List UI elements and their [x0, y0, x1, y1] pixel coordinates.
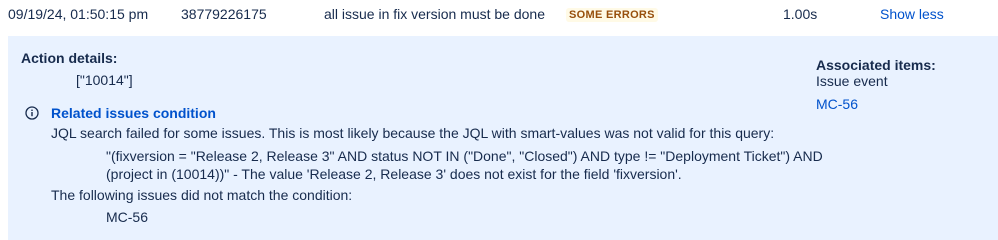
associated-issue-link[interactable]: MC-56: [816, 96, 858, 112]
row-rule-name: all issue in fix version must be done: [324, 6, 545, 22]
jql-query-line-2: (project in (10014))" - The value 'Relea…: [106, 166, 682, 182]
action-details-title: Action details:: [21, 50, 118, 66]
details-panel: Action details: ["10014"] Related issues…: [8, 36, 998, 240]
action-details-value: ["10014"]: [76, 72, 133, 88]
show-less-link[interactable]: Show less: [880, 6, 944, 22]
associated-items-title: Associated items:: [816, 57, 936, 73]
associated-item-type: Issue event: [816, 73, 888, 89]
jql-query-line-1: "(fixversion = "Release 2, Release 3" AN…: [106, 148, 823, 164]
row-duration: 1.00s: [783, 6, 818, 22]
jql-error-message: JQL search failed for some issues. This …: [51, 125, 775, 141]
audit-log-row: 09/19/24, 01:50:15 pm 38779226175 all is…: [0, 0, 998, 34]
row-date: 09/19/24, 01:50:15 pm: [8, 6, 149, 22]
row-id: 38779226175: [181, 6, 267, 22]
not-match-issue: MC-56: [106, 209, 149, 225]
info-circle-icon: [25, 106, 39, 120]
status-badge: SOME ERRORS: [566, 8, 658, 22]
related-issues-condition-title[interactable]: Related issues condition: [51, 105, 216, 121]
not-match-message: The following issues did not match the c…: [51, 187, 353, 203]
